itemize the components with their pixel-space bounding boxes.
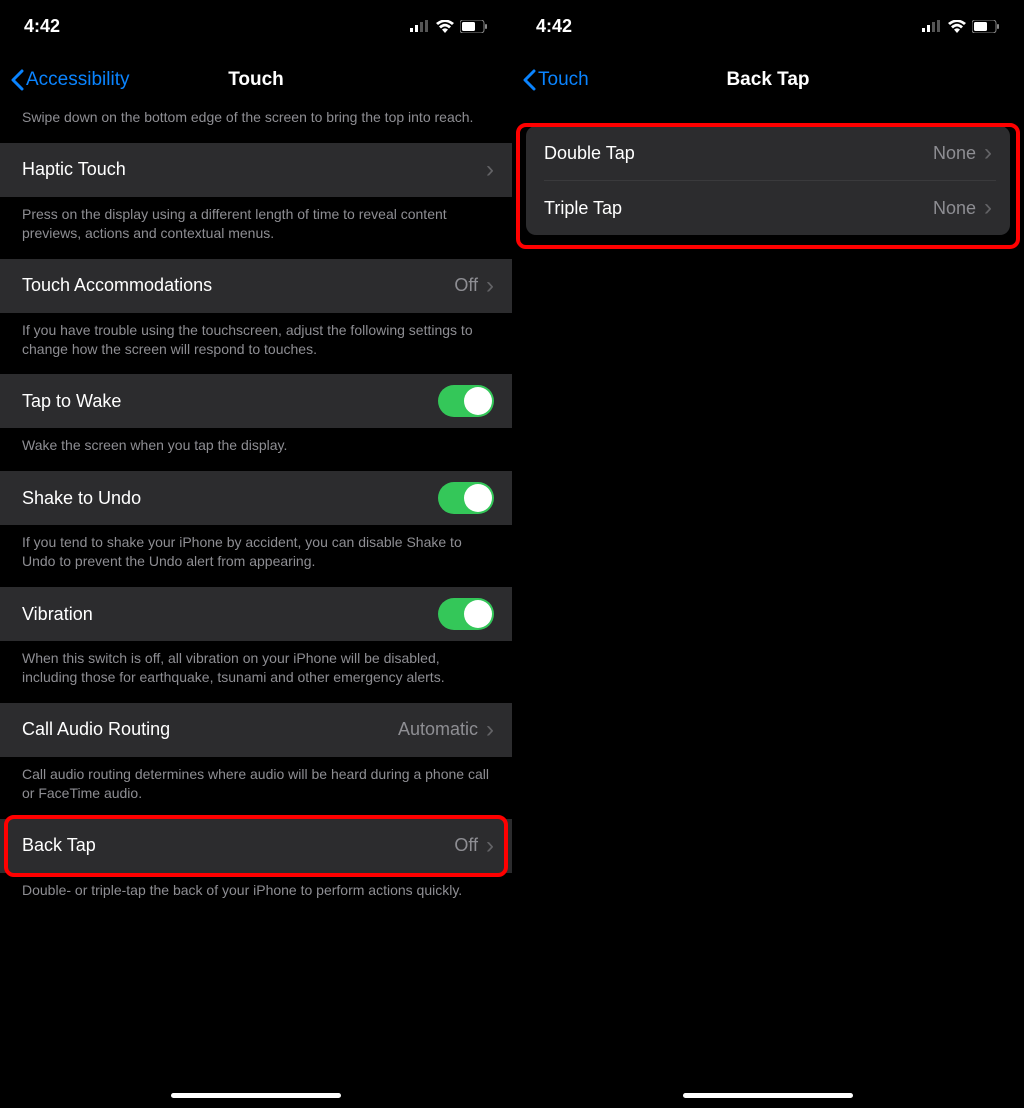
row-value: None	[933, 143, 976, 164]
call-audio-desc: Call audio routing determines where audi…	[0, 757, 512, 819]
back-tap-desc: Double- or triple-tap the back of your i…	[0, 873, 512, 916]
vibration-desc: When this switch is off, all vibration o…	[0, 641, 512, 703]
nav-bar: Touch Back Tap	[512, 52, 1024, 108]
back-label: Accessibility	[26, 69, 129, 91]
nav-bar: Accessibility Touch	[0, 52, 512, 108]
shake-to-undo-row: Shake to Undo	[0, 471, 512, 525]
shake-to-undo-desc: If you tend to shake your iPhone by acci…	[0, 525, 512, 587]
double-tap-row[interactable]: Double Tap None ›	[540, 126, 996, 180]
vibration-row: Vibration	[0, 587, 512, 641]
status-time: 4:42	[536, 16, 572, 37]
home-indicator[interactable]	[171, 1093, 341, 1098]
row-label: Double Tap	[544, 143, 933, 164]
wifi-icon	[948, 20, 966, 33]
settings-list: Double Tap None › Triple Tap None ›	[512, 108, 1024, 1108]
row-label: Shake to Undo	[22, 488, 438, 509]
chevron-right-icon: ›	[486, 834, 494, 858]
tap-to-wake-row: Tap to Wake	[0, 374, 512, 428]
battery-icon	[972, 20, 1000, 33]
wifi-icon	[436, 20, 454, 33]
back-button[interactable]: Touch	[522, 69, 589, 91]
haptic-touch-row[interactable]: Haptic Touch ›	[0, 143, 512, 197]
battery-icon	[460, 20, 488, 33]
page-title: Touch	[228, 69, 284, 91]
cellular-icon	[922, 20, 942, 32]
chevron-right-icon: ›	[486, 158, 494, 182]
cellular-icon	[410, 20, 430, 32]
tap-to-wake-toggle[interactable]	[438, 385, 494, 417]
touch-accommodations-row[interactable]: Touch Accommodations Off ›	[0, 259, 512, 313]
chevron-right-icon: ›	[984, 141, 992, 165]
shake-to-undo-toggle[interactable]	[438, 482, 494, 514]
touch-settings-screen: 4:42 Accessibility Touch Swipe down on t…	[0, 0, 512, 1108]
row-label: Haptic Touch	[22, 159, 486, 180]
tap-to-wake-desc: Wake the screen when you tap the display…	[0, 428, 512, 471]
page-title: Back Tap	[726, 69, 809, 91]
row-label: Tap to Wake	[22, 391, 438, 412]
touch-accommodations-desc: If you have trouble using the touchscree…	[0, 313, 512, 375]
row-label: Touch Accommodations	[22, 275, 454, 296]
row-value: Off	[454, 835, 478, 856]
settings-list: Swipe down on the bottom edge of the scr…	[0, 108, 512, 1108]
row-value: None	[933, 198, 976, 219]
back-tap-row[interactable]: Back Tap Off ›	[0, 819, 512, 873]
vibration-toggle[interactable]	[438, 598, 494, 630]
triple-tap-row[interactable]: Triple Tap None ›	[540, 181, 996, 235]
reachability-desc: Swipe down on the bottom edge of the scr…	[0, 108, 512, 143]
status-bar: 4:42	[512, 0, 1024, 52]
chevron-right-icon: ›	[486, 718, 494, 742]
row-value: Off	[454, 275, 478, 296]
chevron-left-icon	[10, 69, 24, 91]
row-label: Back Tap	[22, 835, 454, 856]
row-label: Call Audio Routing	[22, 719, 398, 740]
row-label: Triple Tap	[544, 198, 933, 219]
row-value: Automatic	[398, 719, 478, 740]
back-tap-group: Double Tap None › Triple Tap None ›	[526, 126, 1010, 235]
chevron-right-icon: ›	[486, 274, 494, 298]
chevron-left-icon	[522, 69, 536, 91]
back-label: Touch	[538, 69, 589, 91]
status-time: 4:42	[24, 16, 60, 37]
chevron-right-icon: ›	[984, 196, 992, 220]
row-label: Vibration	[22, 604, 438, 625]
back-tap-settings-screen: 4:42 Touch Back Tap Double Tap None › Tr	[512, 0, 1024, 1108]
home-indicator[interactable]	[683, 1093, 853, 1098]
back-button[interactable]: Accessibility	[10, 69, 129, 91]
call-audio-routing-row[interactable]: Call Audio Routing Automatic ›	[0, 703, 512, 757]
status-bar: 4:42	[0, 0, 512, 52]
haptic-touch-desc: Press on the display using a different l…	[0, 197, 512, 259]
